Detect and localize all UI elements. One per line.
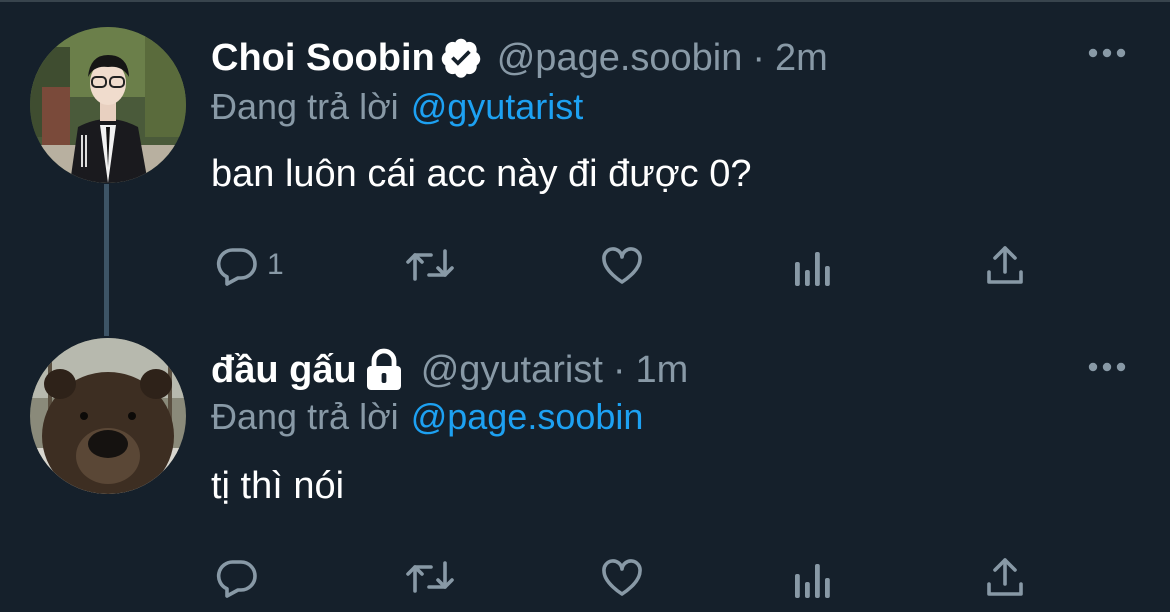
replying-to-label: Đang trả lời (211, 86, 399, 127)
author-name[interactable]: đầu gấu (211, 349, 357, 392)
analytics-icon (793, 242, 833, 288)
share-icon (983, 242, 1027, 288)
author-row: Choi Soobin @page.soobin · 2m (211, 33, 828, 83)
retweet-icon (403, 241, 457, 289)
like-button[interactable] (598, 552, 646, 602)
reply-button[interactable] (213, 552, 267, 602)
tweet[interactable]: đầu gấu @gyutarist · 1m Đang trả lời @pag… (0, 312, 1170, 612)
analytics-button[interactable] (793, 240, 833, 290)
lock-icon (361, 348, 407, 392)
reply-button[interactable]: 1 (213, 240, 284, 290)
share-icon (983, 554, 1027, 600)
reply-icon (213, 553, 261, 601)
tweet-text: ban luôn cái acc này đi được 0? (211, 153, 752, 195)
tweet-actions: 1 (0, 240, 1170, 290)
reply-count: 1 (267, 248, 284, 281)
retweet-button[interactable] (403, 240, 457, 290)
timestamp[interactable]: 2m (775, 37, 828, 80)
reply-mention-link[interactable]: @page.soobin (411, 396, 644, 437)
analytics-icon (793, 554, 833, 600)
author-row: đầu gấu @gyutarist · 1m (211, 345, 688, 395)
verified-badge-icon (439, 36, 483, 80)
more-icon[interactable] (1087, 46, 1127, 60)
reply-icon (213, 241, 261, 289)
separator-dot: · (612, 348, 626, 391)
heart-icon (598, 553, 646, 601)
tweet[interactable]: Choi Soobin @page.soobin · 2m Đang trả l… (0, 0, 1170, 300)
avatar[interactable] (30, 27, 186, 183)
more-icon[interactable] (1087, 360, 1127, 374)
author-name[interactable]: Choi Soobin (211, 37, 435, 80)
replying-to: Đang trả lời @page.soobin (211, 396, 643, 438)
share-button[interactable] (983, 552, 1027, 602)
heart-icon (598, 241, 646, 289)
tweet-actions (0, 552, 1170, 602)
reply-mention-link[interactable]: @gyutarist (411, 86, 584, 127)
author-handle[interactable]: @gyutarist (421, 349, 603, 392)
avatar[interactable] (30, 338, 186, 494)
replying-to: Đang trả lời @gyutarist (211, 86, 583, 128)
like-button[interactable] (598, 240, 646, 290)
timestamp[interactable]: 1m (636, 349, 689, 392)
share-button[interactable] (983, 240, 1027, 290)
retweet-icon (403, 553, 457, 601)
separator-dot: · (752, 36, 766, 79)
tweet-text: tị thì nói (211, 465, 345, 507)
retweet-button[interactable] (403, 552, 457, 602)
author-handle[interactable]: @page.soobin (497, 37, 743, 80)
analytics-button[interactable] (793, 552, 833, 602)
replying-to-label: Đang trả lời (211, 396, 399, 437)
